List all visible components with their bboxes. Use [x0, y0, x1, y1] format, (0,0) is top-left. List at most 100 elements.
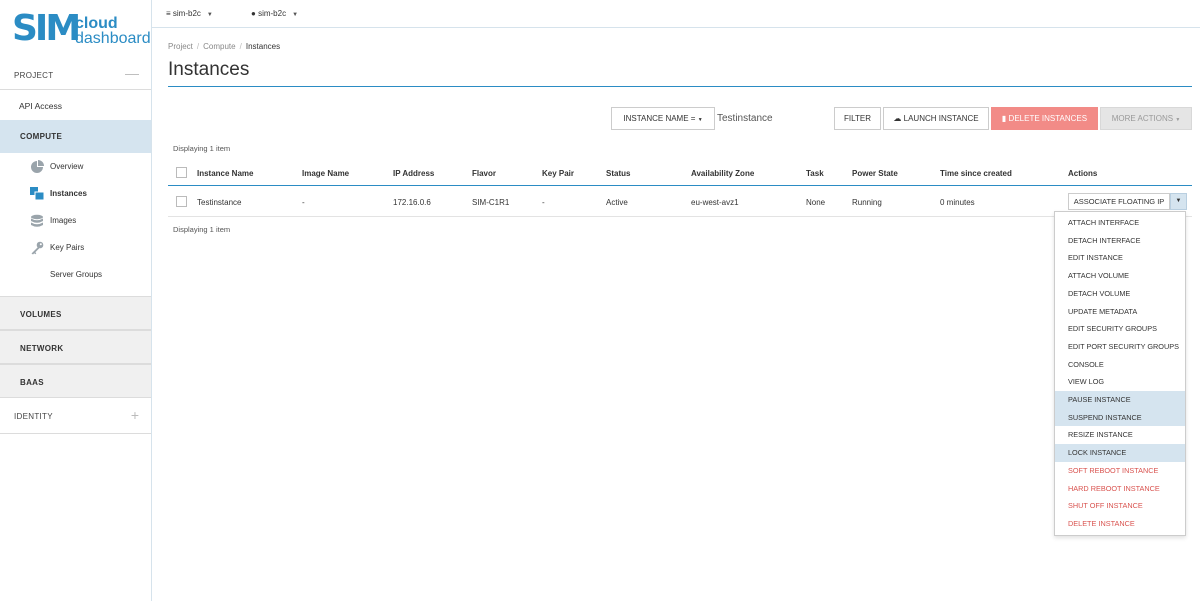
- cloud-upload-icon: ☁: [893, 114, 902, 123]
- sidebar-item-server-groups[interactable]: Server Groups: [30, 268, 148, 284]
- sidebar-item-overview[interactable]: Overview: [30, 160, 148, 176]
- sidebar-network-label: NETWORK: [20, 344, 64, 353]
- cell-time-since-created: 0 minutes: [940, 198, 975, 207]
- database-icon: [31, 214, 43, 227]
- menu-item-pause-instance[interactable]: PAUSE INSTANCE: [1055, 391, 1185, 409]
- menu-item-soft-reboot-instance[interactable]: SOFT REBOOT INSTANCE: [1055, 462, 1185, 480]
- column-header-availability-zone[interactable]: Availability Zone: [691, 169, 754, 178]
- list-icon: ≡: [166, 9, 171, 18]
- sidebar-group-volumes[interactable]: VOLUMES: [0, 296, 151, 330]
- cell-flavor: SIM-C1R1: [472, 198, 510, 207]
- filter-field-select[interactable]: INSTANCE NAME = ▼: [611, 107, 715, 130]
- menu-item-edit-port-security-groups[interactable]: EDIT PORT SECURITY GROUPS: [1055, 338, 1185, 356]
- menu-item-attach-volume[interactable]: ATTACH VOLUME: [1055, 267, 1185, 285]
- column-header-actions: Actions: [1068, 169, 1098, 178]
- menu-item-edit-instance[interactable]: EDIT INSTANCE: [1055, 249, 1185, 267]
- menu-item-console[interactable]: CONSOLE: [1055, 356, 1185, 374]
- sim-cloud-dashboard-logo[interactable]: SIM cloud dashboard: [12, 8, 151, 52]
- menu-item-edit-security-groups[interactable]: EDIT SECURITY GROUPS: [1055, 320, 1185, 338]
- breadcrumb-instances: Instances: [245, 42, 281, 51]
- delete-instances-button[interactable]: ▮ DELETE INSTANCES: [991, 107, 1098, 130]
- delete-instances-label: DELETE INSTANCES: [1008, 114, 1088, 123]
- sidebar-group-network[interactable]: NETWORK: [0, 330, 151, 364]
- breadcrumb-compute[interactable]: Compute: [203, 42, 235, 51]
- logo-mark: SIM: [12, 8, 81, 49]
- column-header-power-state[interactable]: Power State: [852, 169, 898, 178]
- sidebar-item-label: Overview: [50, 162, 84, 171]
- menu-item-attach-interface[interactable]: ATTACH INTERFACE: [1055, 214, 1185, 232]
- sidebar: SIM cloud dashboard PROJECT — API Access…: [0, 0, 152, 601]
- more-actions-label: MORE ACTIONS: [1111, 114, 1174, 123]
- row-checkbox[interactable]: [176, 196, 187, 207]
- sidebar-identity-header[interactable]: IDENTITY +: [0, 399, 151, 434]
- cell-key-pair: -: [542, 198, 545, 207]
- cell-power-state: Running: [852, 198, 882, 207]
- row-actions-toggle[interactable]: ▼: [1170, 193, 1187, 210]
- column-header-task[interactable]: Task: [806, 169, 824, 178]
- column-header-time-since-created[interactable]: Time since created: [940, 169, 1012, 178]
- sidebar-item-label: Images: [50, 216, 77, 225]
- cell-task: None: [806, 198, 826, 207]
- item-count-top: Displaying 1 item: [173, 144, 231, 153]
- sidebar-project-header[interactable]: PROJECT —: [0, 60, 151, 90]
- menu-item-resize-instance[interactable]: RESIZE INSTANCE: [1055, 426, 1185, 444]
- sidebar-identity-label: IDENTITY: [14, 412, 53, 421]
- menu-item-delete-instance[interactable]: DELETE INSTANCE: [1055, 515, 1185, 533]
- collapse-icon[interactable]: —: [125, 66, 139, 80]
- table-header-divider: [168, 185, 1192, 186]
- column-header-ip-address[interactable]: IP Address: [393, 169, 434, 178]
- column-header-key-pair[interactable]: Key Pair: [542, 169, 574, 178]
- cell-status: Active: [606, 198, 628, 207]
- top-navbar: ≡ sim-b2c ▼ ● sim-b2c ▼: [152, 0, 1200, 28]
- user-menu[interactable]: ● sim-b2c ▼: [251, 9, 298, 18]
- select-all-checkbox[interactable]: [176, 167, 187, 178]
- menu-item-shut-off-instance[interactable]: SHUT OFF INSTANCE: [1055, 497, 1185, 515]
- menu-item-detach-volume[interactable]: DETACH VOLUME: [1055, 285, 1185, 303]
- sidebar-compute-label: COMPUTE: [20, 132, 63, 141]
- sidebar-group-baas[interactable]: BAAS: [0, 364, 151, 398]
- menu-item-detach-interface[interactable]: DETACH INTERFACE: [1055, 232, 1185, 250]
- instances-icon: [30, 187, 44, 201]
- menu-item-lock-instance[interactable]: LOCK INSTANCE: [1055, 444, 1185, 462]
- filter-button[interactable]: FILTER: [834, 107, 881, 130]
- caret-down-icon: ▼: [292, 12, 299, 18]
- breadcrumb-project[interactable]: Project: [168, 42, 193, 51]
- filter-field-label: INSTANCE NAME =: [623, 114, 696, 123]
- column-header-image-name[interactable]: Image Name: [302, 169, 349, 178]
- associate-floating-ip-button[interactable]: ASSOCIATE FLOATING IP: [1068, 193, 1170, 210]
- menu-item-suspend-instance[interactable]: SUSPEND INSTANCE: [1055, 408, 1185, 427]
- column-header-status[interactable]: Status: [606, 169, 630, 178]
- column-header-instance-name[interactable]: Instance Name: [197, 169, 253, 178]
- menu-item-hard-reboot-instance[interactable]: HARD REBOOT INSTANCE: [1055, 480, 1185, 498]
- logo-line-2: dashboard: [75, 30, 151, 47]
- sidebar-project-label: PROJECT: [14, 71, 54, 80]
- launch-instance-label: LAUNCH INSTANCE: [903, 114, 979, 123]
- sidebar-item-instances[interactable]: Instances: [30, 187, 148, 203]
- sidebar-volumes-label: VOLUMES: [20, 310, 62, 319]
- column-header-flavor[interactable]: Flavor: [472, 169, 496, 178]
- cell-availability-zone: eu-west-avz1: [691, 198, 739, 207]
- breadcrumb: Project / Compute / Instances: [168, 42, 281, 51]
- more-actions-button[interactable]: MORE ACTIONS ▼: [1100, 107, 1192, 130]
- sidebar-item-images[interactable]: Images: [30, 214, 148, 230]
- sidebar-item-label: Instances: [50, 189, 87, 198]
- sidebar-item-key-pairs[interactable]: Key Pairs: [30, 241, 148, 257]
- key-icon: [31, 241, 44, 255]
- row-actions-menu: ATTACH INTERFACE DETACH INTERFACE EDIT I…: [1054, 211, 1186, 536]
- filter-input[interactable]: [715, 107, 827, 130]
- caret-down-icon: ▼: [697, 117, 703, 123]
- sidebar-group-compute[interactable]: COMPUTE: [0, 120, 151, 153]
- sidebar-baas-label: BAAS: [20, 378, 44, 387]
- sidebar-item-label: Key Pairs: [50, 243, 85, 252]
- menu-item-view-log[interactable]: VIEW LOG: [1055, 373, 1185, 391]
- sidebar-item-api-access[interactable]: API Access: [19, 101, 62, 111]
- project-selector[interactable]: ≡ sim-b2c ▼: [166, 9, 213, 18]
- title-divider: [168, 86, 1192, 87]
- cell-instance-name[interactable]: Testinstance: [197, 198, 241, 207]
- page-title: Instances: [168, 59, 250, 80]
- caret-down-icon: ▼: [1175, 117, 1181, 123]
- trash-icon: ▮: [1001, 114, 1007, 123]
- expand-icon[interactable]: +: [131, 408, 139, 422]
- launch-instance-button[interactable]: ☁ LAUNCH INSTANCE: [883, 107, 989, 130]
- menu-item-update-metadata[interactable]: UPDATE METADATA: [1055, 303, 1185, 321]
